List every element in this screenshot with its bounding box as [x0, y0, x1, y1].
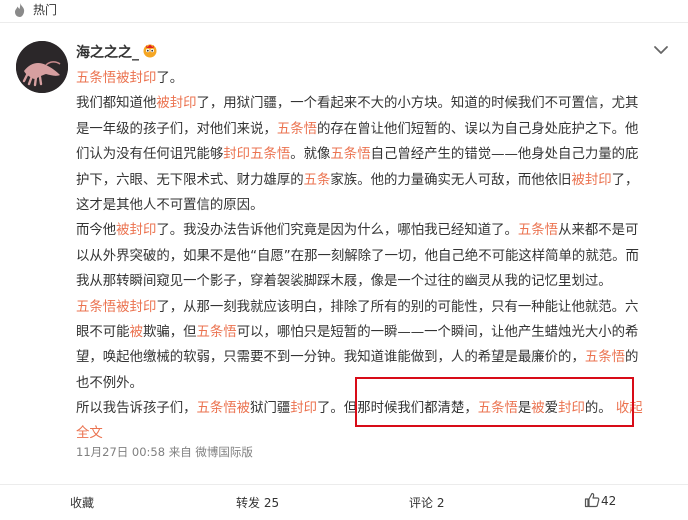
post-line: 以从外界突破的，如果不是他“自愿”在那一刻解除了一切，他自己绝不可能这样简单的就…: [76, 248, 639, 264]
action-bar: 收藏 转发 25 评论 2 42: [0, 484, 688, 520]
post-line: 我们都知道他被封印了，用狱门疆，一个看起来不大的小方块。知道的时候我们不可置信，…: [76, 96, 639, 112]
thumbs-up-icon[interactable]: [584, 492, 600, 508]
post-line: 是一年级的孩子们，对他们来说，五条悟的存在曾让他们短暂的、误以为自己身处庇护之下…: [76, 121, 639, 137]
post-line: 我从那转瞬间窥见一个影子，穿着袈裟脚踩木屐，像是一个过往的幽灵从我的记忆里划过。: [76, 274, 612, 290]
like-count[interactable]: 42: [601, 494, 616, 508]
post-line: 这才是其他人不可置信的原因。: [76, 197, 264, 213]
avatar[interactable]: [16, 41, 68, 93]
post-line: 五条悟被封印了，从那一刻我就应该明白，排除了所有的别的可能性，只有一种能让他就范…: [76, 299, 639, 315]
username[interactable]: 海之之之_: [76, 42, 139, 62]
post-line: 眼不可能被欺骗，但五条悟可以，哪怕只是短暂的一瞬——一个瞬间，让他产生蜡烛光大小…: [76, 324, 639, 340]
repost-button[interactable]: 转发 25: [236, 494, 279, 511]
vip-badge-icon: [143, 44, 157, 58]
collect-button[interactable]: 收藏: [70, 494, 94, 511]
comment-button[interactable]: 评论 2: [409, 494, 444, 511]
fulltext-link[interactable]: 全文: [76, 426, 103, 441]
post-line: 们认为没有任何诅咒能够封印五条悟。就像五条悟自己曾经产生的错觉——他身处自己力量…: [76, 147, 639, 163]
post-line: 而今他被封印了。我没办法告诉他们究竟是因为什么，哪怕我已经知道了。五条悟从来都不…: [76, 223, 639, 239]
fire-icon: [15, 3, 25, 17]
post-meta: 11月27日 00:58 来自 微博国际版: [76, 445, 253, 459]
highlight-box: [355, 377, 634, 427]
chevron-down-icon[interactable]: [653, 44, 669, 56]
hot-bar: 热门: [0, 0, 688, 23]
hot-label: 热门: [33, 3, 58, 17]
post-line: 望，唤起他缴械的软弱，只需要不到一分钟。我知道谁能做到，人的希望是最廉价的，五条…: [76, 350, 639, 366]
post-title: 五条悟被封印了。: [76, 71, 184, 86]
post-line: 护下，六眼、无下限术式、财力雄厚的五条家族。他的力量确实无人可敌，而他依旧被封印…: [76, 172, 639, 188]
